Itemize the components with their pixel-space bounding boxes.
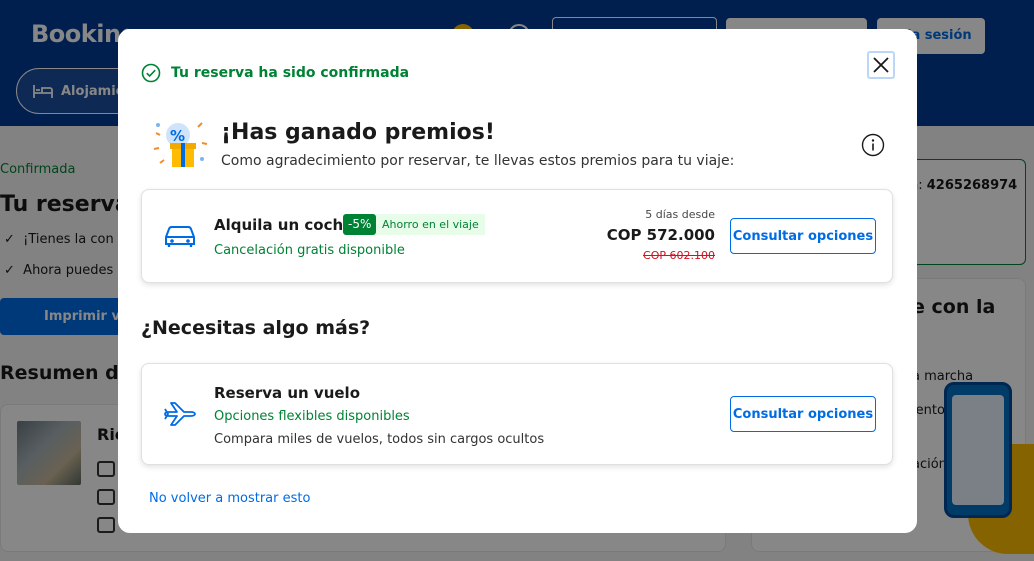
dont-show-again-link[interactable]: No volver a mostrar esto [149, 491, 310, 506]
confirmation-row: Tu reserva ha sido confirmada [141, 63, 409, 83]
gift-discount-icon: % [153, 122, 208, 167]
saving-badge: Ahorro en el viaje [376, 214, 485, 235]
discount-badge: -5% [343, 214, 377, 235]
current-price: COP 572.000 [606, 226, 715, 244]
rewards-modal: Tu reserva ha sido confirmada % ¡Has gan… [118, 29, 917, 533]
flight-card: Reserva un vuelo Opciones flexibles disp… [141, 363, 893, 465]
prizes-subtitle: Como agradecimiento por reservar, te lle… [221, 153, 735, 169]
original-price: COP 602.100 [643, 249, 715, 262]
close-icon [873, 57, 889, 73]
confirmation-text: Tu reserva ha sido confirmada [171, 65, 410, 81]
flight-flexible-text: Opciones flexibles disponibles [214, 409, 410, 424]
car-options-button[interactable]: Consultar opciones [730, 218, 876, 254]
flight-options-button[interactable]: Consultar opciones [730, 396, 876, 432]
car-rental-card: Alquila un coche -5% Ahorro en el viaje … [141, 189, 893, 283]
airplane-icon [164, 402, 196, 426]
close-button[interactable] [867, 51, 895, 79]
car-icon [165, 226, 195, 247]
car-cancellation-text: Cancelación gratis disponible [214, 243, 405, 258]
check-circle-icon [141, 63, 161, 83]
flight-description: Compara miles de vuelos, todos sin cargo… [214, 432, 545, 447]
price-days-label: 5 días desde [645, 208, 715, 221]
info-icon[interactable] [861, 133, 885, 157]
need-more-heading: ¿Necesitas algo más? [141, 317, 371, 339]
prizes-title: ¡Has ganado premios! [221, 120, 495, 145]
car-price-box: 5 días desde COP 572.000 COP 602.100 [607, 208, 715, 262]
car-rental-title: Alquila un coche [214, 216, 354, 234]
svg-text:%: % [170, 127, 185, 145]
flight-title: Reserva un vuelo [214, 384, 361, 402]
